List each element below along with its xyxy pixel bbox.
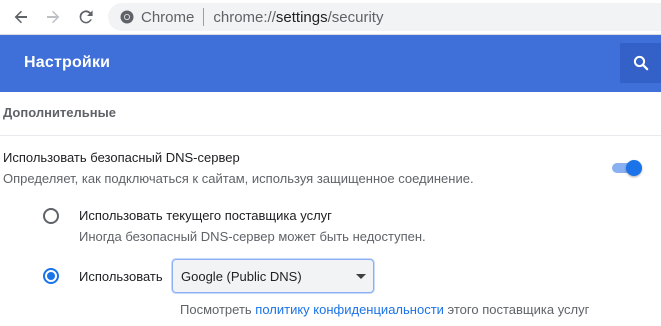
url-scheme: chrome://	[213, 8, 276, 26]
reload-icon	[79, 10, 93, 24]
section-title: Дополнительные	[3, 105, 116, 120]
radio-current-provider[interactable]	[43, 208, 59, 224]
privacy-prefix: Посмотреть	[180, 302, 252, 317]
custom-provider-label: Использовать	[79, 269, 163, 284]
site-name: Chrome	[141, 8, 195, 26]
url-text: chrome://settings/security	[213, 9, 383, 26]
current-provider-description: Иногда безопасный DNS-сервер может быть …	[79, 229, 426, 244]
secure-dns-title: Использовать безопасный DNS-сервер	[3, 150, 240, 165]
radio-custom-provider[interactable]	[43, 268, 59, 284]
page-title: Настройки	[24, 54, 111, 71]
reload-button[interactable]	[73, 4, 99, 30]
arrow-left-icon	[14, 10, 27, 24]
section-divider	[0, 135, 661, 136]
search-button[interactable]	[620, 43, 661, 83]
arrow-right-icon	[47, 10, 60, 24]
dns-provider-select[interactable]: Google (Public DNS)	[172, 259, 374, 293]
search-icon	[633, 55, 648, 71]
back-button[interactable]	[8, 4, 34, 30]
privacy-policy-link[interactable]: политику конфиденциальности	[255, 302, 444, 317]
current-provider-label: Использовать текущего поставщика услуг	[79, 208, 332, 223]
address-bar[interactable]: Chrome chrome://settings/security	[108, 3, 661, 31]
dropdown-arrow-icon	[356, 274, 366, 279]
url-host: settings	[275, 8, 328, 26]
privacy-suffix: этого поставщика услуг	[447, 302, 590, 317]
settings-header: Настройки	[0, 35, 661, 92]
secure-dns-description: Определяет, как подключаться к сайтам, и…	[3, 171, 474, 186]
dns-provider-value: Google (Public DNS)	[181, 269, 302, 284]
omnibox-separator	[203, 8, 205, 26]
secure-dns-toggle[interactable]	[612, 160, 644, 176]
toggle-knob	[626, 160, 642, 176]
browser-toolbar: Chrome chrome://settings/security	[0, 0, 661, 35]
url-path: /security	[327, 8, 384, 26]
forward-button[interactable]	[40, 4, 66, 30]
privacy-policy-line: Посмотреть политику конфиденциальности э…	[180, 302, 589, 317]
chrome-icon	[120, 10, 134, 24]
